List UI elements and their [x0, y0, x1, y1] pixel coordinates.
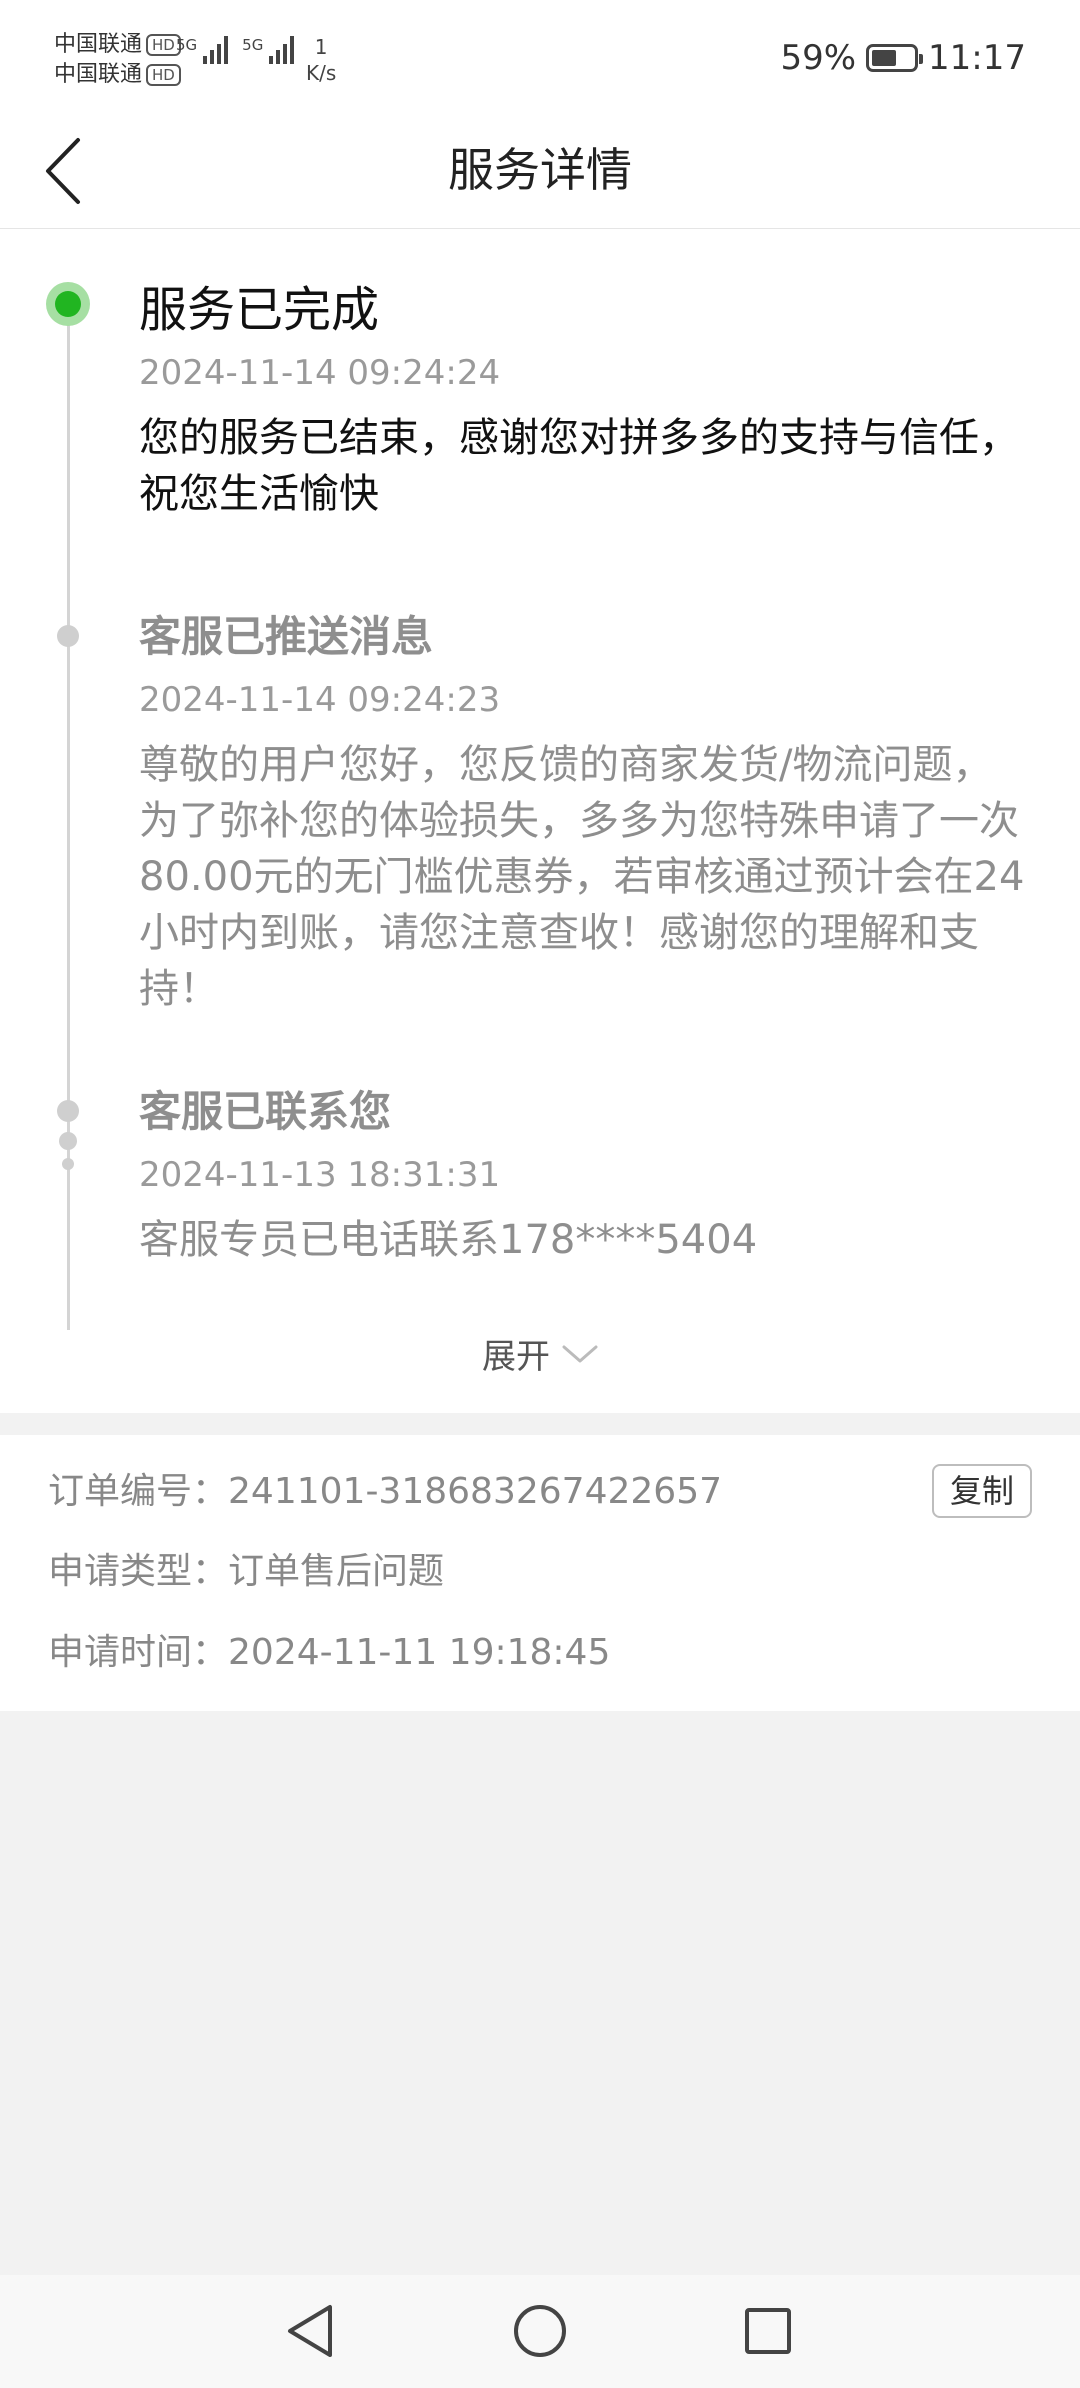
network-type-1: 5G [176, 36, 198, 54]
battery-status: 59% 11:17 [780, 38, 1026, 78]
timeline-event-1: 服务已完成 2024-11-14 09:24:24 您的服务已结束，感谢您对拼多… [139, 278, 1029, 522]
timeline-tail-dot [62, 1158, 74, 1170]
net-speed-unit: K/s [306, 61, 337, 85]
event-time: 2024-11-14 09:24:24 [139, 353, 501, 393]
service-timeline: 服务已完成 2024-11-14 09:24:24 您的服务已结束，感谢您对拼多… [0, 229, 1080, 1413]
hd-badge: HD [146, 64, 181, 86]
carrier-2-label: 中国联通 [54, 62, 143, 87]
clock: 11:17 [928, 38, 1026, 78]
nav-back-button[interactable] [280, 2301, 340, 2361]
apply-time-label: 申请时间： [48, 1632, 229, 1673]
order-number-label: 订单编号： [48, 1471, 229, 1512]
net-speed-value: 1 [314, 35, 328, 59]
apply-type-label: 申请类型： [48, 1551, 229, 1592]
order-number-value: 241101-318683267422657 [228, 1471, 722, 1512]
nav-home-button[interactable] [510, 2301, 570, 2361]
order-number-row: 订单编号：241101-318683267422657 [48, 1467, 722, 1517]
timeline-event-2: 客服已推送消息 2024-11-14 09:24:23 尊敬的用户您好，您反馈的… [139, 605, 1029, 1017]
apply-time-value: 2024-11-11 19:18:45 [228, 1632, 611, 1673]
apply-type-value: 订单售后问题 [228, 1551, 445, 1592]
timeline-line [67, 305, 70, 1330]
apply-time-row: 申请时间：2024-11-11 19:18:45 [48, 1628, 610, 1678]
back-button[interactable] [32, 126, 96, 216]
battery-icon [866, 44, 924, 72]
signal-icon: 5G [176, 36, 229, 64]
timeline-dot [57, 625, 79, 647]
circle-home-icon [514, 2305, 566, 2357]
chevron-down-icon [562, 1345, 598, 1362]
event-title: 服务已完成 [139, 282, 380, 338]
apply-type-row: 申请类型：订单售后问题 [48, 1547, 444, 1597]
expand-button[interactable]: 展开 [0, 1329, 1080, 1378]
event-text: 您的服务已结束，感谢您对拼多多的支持与信任，祝您生活愉快 [139, 415, 1019, 517]
timeline-event-3: 客服已联系您 2024-11-13 18:31:31 客服专员已电话联系178*… [139, 1080, 1029, 1268]
page-title: 服务详情 [448, 143, 632, 197]
network-type-2: 5G [242, 36, 264, 54]
square-recent-icon [745, 2308, 791, 2354]
event-time: 2024-11-13 18:31:31 [139, 1155, 501, 1195]
event-title: 客服已联系您 [139, 1087, 392, 1136]
status-bar: 中国联通 HD 中国联通 HD 5G 5G 1 K/s 59% 11:17 [0, 0, 1080, 112]
timeline-dot [57, 1100, 79, 1122]
signal-icons: 5G 5G [176, 36, 295, 64]
event-text: 尊敬的用户您好，您反馈的商家发货/物流问题，为了弥补您的体验损失，多多为您特殊申… [139, 742, 1025, 1012]
event-time: 2024-11-14 09:24:23 [139, 680, 501, 720]
event-text: 客服专员已电话联系178****5404 [139, 1217, 758, 1263]
order-info-card: 订单编号：241101-318683267422657 复制 申请类型：订单售后… [0, 1435, 1080, 1711]
carrier-info: 中国联通 HD 中国联通 HD [54, 30, 181, 90]
timeline-tail-dot [59, 1132, 77, 1150]
service-detail-page: 中国联通 HD 中国联通 HD 5G 5G 1 K/s 59% 11:17 服务… [0, 0, 1080, 2388]
net-speed: 1 K/s [306, 34, 336, 86]
timeline-dot-current [46, 282, 90, 326]
system-nav-bar [0, 2275, 1080, 2388]
expand-label: 展开 [482, 1337, 550, 1377]
header-bar: 服务详情 [0, 112, 1080, 229]
nav-recent-button[interactable] [738, 2301, 798, 2361]
chevron-left-icon [46, 138, 80, 204]
event-title: 客服已推送消息 [139, 612, 434, 661]
battery-percent: 59% [780, 38, 857, 78]
signal-icon: 5G [242, 36, 295, 64]
copy-button[interactable]: 复制 [932, 1464, 1032, 1518]
triangle-back-icon [288, 2305, 332, 2357]
carrier-1-label: 中国联通 [54, 32, 143, 57]
